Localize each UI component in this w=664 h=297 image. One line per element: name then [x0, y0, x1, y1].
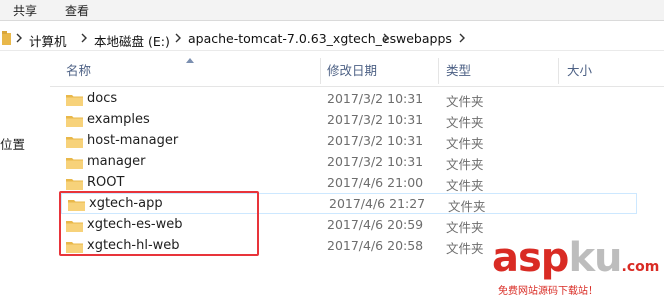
folder-icon: [2, 31, 11, 45]
breadcrumb-tomcat[interactable]: apache-tomcat-7.0.63_xgtech_es: [188, 31, 396, 46]
file-modified: 2017/4/6 21:00: [327, 175, 424, 190]
folder-icon: [66, 95, 83, 106]
file-modified: 2017/3/2 10:31: [327, 112, 424, 127]
folder-icon: [66, 137, 83, 148]
file-type: 文件夹: [446, 178, 484, 193]
watermark-subtitle: 免费网站源码下载站！: [498, 286, 598, 297]
chevron-right-icon[interactable]: [174, 33, 182, 43]
file-modified: 2017/4/6 20:59: [327, 217, 424, 232]
column-header-modified[interactable]: 修改日期: [327, 56, 377, 86]
watermark-asp: asp: [492, 235, 569, 281]
highlight-box: [59, 191, 259, 256]
file-name: host-manager: [87, 133, 179, 148]
file-row[interactable]: examples 2017/3/2 10:31 文件夹: [60, 110, 637, 131]
file-type: 文件夹: [448, 199, 486, 214]
tab-view[interactable]: 查看: [65, 2, 89, 19]
column-header-type[interactable]: 类型: [446, 56, 471, 86]
folder-icon: [66, 116, 83, 127]
watermark-logo: aspku.com 免费网站源码下载站！: [492, 235, 664, 297]
file-name: examples: [87, 112, 150, 127]
file-modified: 2017/3/2 10:31: [327, 91, 424, 106]
file-type: 文件夹: [446, 220, 484, 235]
column-header-size[interactable]: 大小: [567, 56, 592, 86]
file-modified: 2017/4/6 21:27: [329, 196, 426, 211]
file-type: 文件夹: [446, 115, 484, 130]
file-type: 文件夹: [446, 136, 484, 151]
breadcrumb-computer[interactable]: 计算机: [29, 31, 67, 50]
file-type: 文件夹: [446, 241, 484, 256]
folder-icon: [66, 179, 83, 190]
breadcrumb-webapps[interactable]: webapps: [396, 31, 452, 46]
column-header-name[interactable]: 名称: [66, 56, 91, 86]
tab-share[interactable]: 共享: [13, 2, 37, 19]
file-type: 文件夹: [446, 94, 484, 109]
folder-icon: [66, 158, 83, 169]
chevron-right-icon[interactable]: [15, 33, 23, 43]
chevron-right-icon[interactable]: [382, 33, 390, 43]
chevron-right-icon[interactable]: [458, 33, 466, 43]
ribbon-bar: 共享 查看: [0, 0, 664, 21]
file-modified: 2017/3/2 10:31: [327, 154, 424, 169]
file-row[interactable]: host-manager 2017/3/2 10:31 文件夹: [60, 131, 637, 152]
file-row[interactable]: docs 2017/3/2 10:31 文件夹: [60, 89, 637, 110]
column-divider[interactable]: [558, 58, 559, 84]
file-type: 文件夹: [446, 157, 484, 172]
chevron-right-icon[interactable]: [80, 33, 88, 43]
file-modified: 2017/4/6 20:58: [327, 238, 424, 253]
file-name: manager: [87, 154, 146, 169]
column-divider[interactable]: [438, 58, 439, 84]
address-bar[interactable]: 计算机 本地磁盘 (E:) apache-tomcat-7.0.63_xgtec…: [0, 28, 664, 51]
watermark-tld: .com: [621, 259, 660, 275]
file-row[interactable]: manager 2017/3/2 10:31 文件夹: [60, 152, 637, 173]
nav-pane-item-location[interactable]: 位置: [0, 134, 25, 153]
watermark-ku: ku: [568, 235, 622, 281]
file-name: docs: [87, 91, 118, 106]
column-header: 名称 修改日期 类型 大小: [50, 56, 664, 87]
file-name: ROOT: [87, 175, 125, 190]
breadcrumb-local-disk[interactable]: 本地磁盘 (E:): [94, 31, 170, 50]
column-divider[interactable]: [320, 58, 321, 84]
file-modified: 2017/3/2 10:31: [327, 133, 424, 148]
